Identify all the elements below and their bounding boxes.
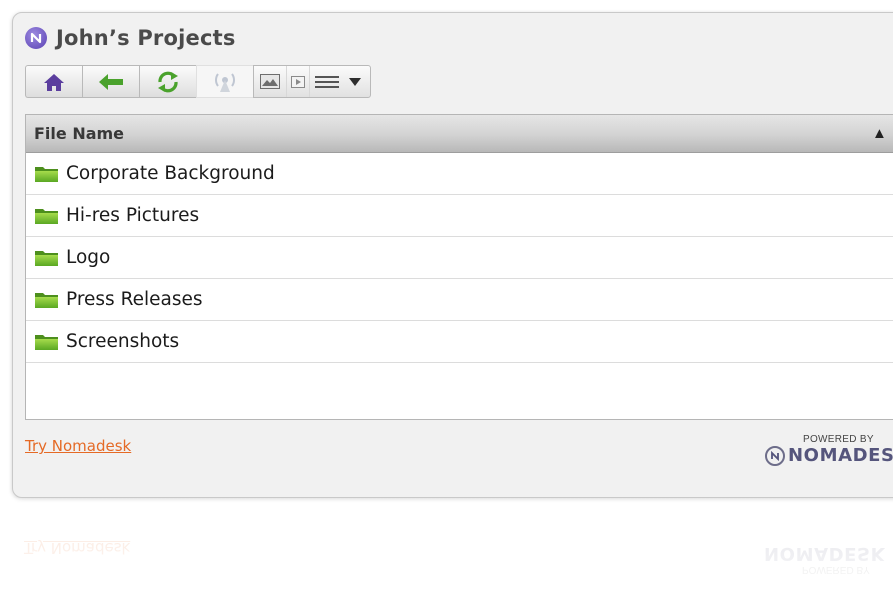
powered-by-label: POWERED BY [803, 434, 874, 445]
projects-panel: John’s Projects File Name ▲ Corporate Ba… [12, 12, 893, 498]
brand-name: NOMADESK [788, 445, 893, 466]
panel-reflection: Try Nomadesk POWERED BY NOMADESK [12, 510, 893, 609]
list-item[interactable]: Screenshots [26, 321, 893, 363]
column-header-file-name[interactable]: File Name ▲ [26, 115, 893, 153]
file-grid: File Name ▲ Corporate Background Hi-res … [25, 114, 893, 420]
nomadesk-brand-icon [765, 445, 785, 466]
thumbnail-view-button[interactable] [254, 66, 287, 97]
list-item[interactable]: Logo [26, 237, 893, 279]
folder-icon [35, 292, 58, 308]
dropdown-arrow-icon [349, 77, 361, 86]
reflection-brand-text: NOMADESK [764, 543, 886, 564]
list-item[interactable]: Press Releases [26, 279, 893, 321]
list-item[interactable]: Hi-res Pictures [26, 195, 893, 237]
refresh-icon [158, 71, 178, 92]
slideshow-icon [291, 75, 305, 88]
view-options-group [253, 65, 371, 98]
folder-name: Logo [66, 247, 111, 268]
view-dropdown-button[interactable] [344, 66, 370, 97]
nomadesk-brand[interactable]: NOMADESK [765, 445, 893, 466]
back-button[interactable] [82, 65, 139, 98]
title-bar: John’s Projects [25, 26, 236, 50]
folder-name: Press Releases [66, 289, 203, 310]
list-view-icon [315, 75, 339, 88]
nomadesk-logo-icon [25, 27, 47, 49]
back-arrow-icon [99, 73, 123, 90]
folder-icon [35, 250, 58, 266]
refresh-button[interactable] [139, 65, 196, 98]
folder-name: Screenshots [66, 331, 180, 352]
folder-icon [35, 166, 58, 182]
reflection-link-text: Try Nomadesk [24, 539, 131, 557]
page-title: John’s Projects [56, 26, 236, 50]
list-view-button[interactable] [310, 66, 344, 97]
radar-icon [215, 72, 235, 92]
toolbar [25, 65, 371, 98]
sort-ascending-icon[interactable]: ▲ [872, 125, 887, 142]
folder-name: Hi-res Pictures [66, 205, 200, 226]
sync-button[interactable] [196, 65, 253, 98]
folder-icon [35, 334, 58, 350]
try-nomadesk-link[interactable]: Try Nomadesk [25, 437, 131, 455]
home-button[interactable] [25, 65, 82, 98]
list-item[interactable]: Corporate Background [26, 153, 893, 195]
folder-icon [35, 208, 58, 224]
folder-name: Corporate Background [66, 163, 275, 184]
slideshow-button[interactable] [287, 66, 310, 97]
column-header-label: File Name [34, 124, 125, 143]
thumbnail-view-icon [260, 74, 280, 89]
home-icon [44, 73, 64, 91]
reflection-powered-text: POWERED BY [802, 564, 870, 575]
